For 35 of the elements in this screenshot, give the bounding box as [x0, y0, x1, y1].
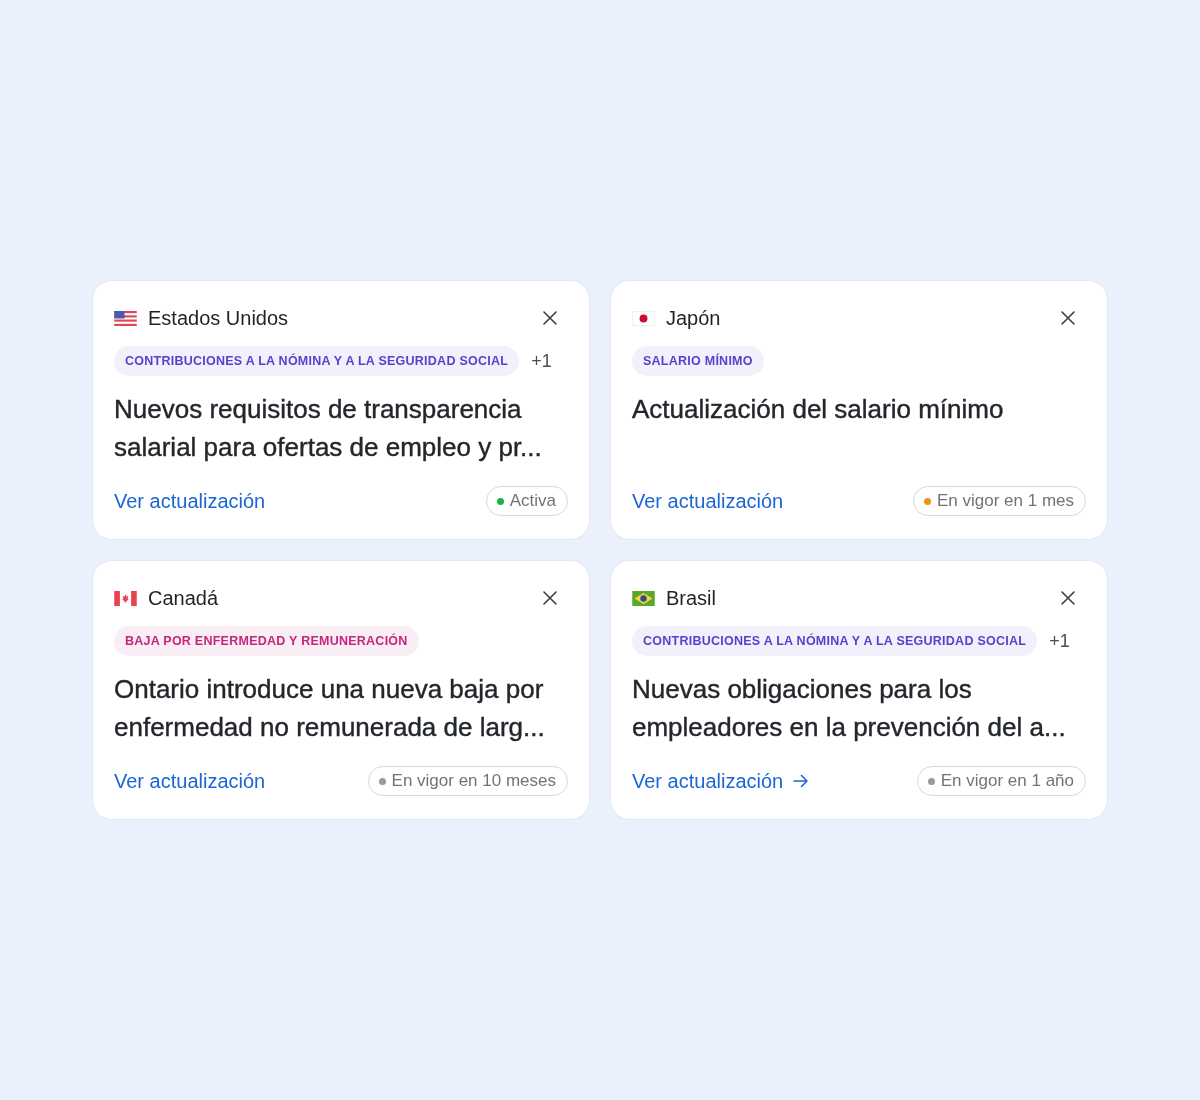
flag-icon	[114, 590, 137, 606]
close-icon	[1061, 591, 1075, 605]
view-update-link[interactable]: Ver actualización	[632, 489, 784, 513]
update-title: Nuevos requisitos de transparencia salarial para ofertas de empleo y pr...	[114, 393, 543, 464]
country-name: Brasil	[666, 586, 716, 610]
status-text: En vigor en 10 meses	[391, 771, 556, 791]
update-title: Nuevas obligaciones para los empleadores en la prevención del a...	[632, 673, 1067, 744]
close-icon	[1061, 311, 1075, 325]
close-icon	[543, 311, 557, 325]
category-tag: CONTRIBUCIONES A LA NÓMINA Y A LA SEGURIDAD SOCIAL	[632, 626, 1038, 656]
country-name: Estados Unidos	[148, 306, 289, 330]
status-text: En vigor en 1 año	[940, 771, 1074, 791]
extra-tag-count: +1	[1049, 630, 1070, 652]
status-text: Activa	[509, 491, 556, 511]
update-title: Actualización del salario mínimo	[632, 393, 1005, 426]
close-button[interactable]	[1060, 310, 1076, 326]
close-button[interactable]	[542, 310, 558, 326]
country-name: Canadá	[148, 586, 219, 610]
close-button[interactable]	[1060, 590, 1076, 606]
flag-icon	[632, 590, 655, 606]
update-title: Ontario introduce una nueva baja por enfermedad no remunerada de larg...	[114, 673, 546, 744]
view-update-link[interactable]: Ver actualización	[114, 769, 266, 793]
category-tag: CONTRIBUCIONES A LA NÓMINA Y A LA SEGURIDAD SOCIAL	[114, 346, 520, 376]
extra-tag-count: +1	[531, 350, 552, 372]
view-update-link[interactable]: Ver actualización	[632, 769, 810, 793]
flag-icon	[114, 310, 137, 326]
flag-icon	[632, 310, 655, 326]
arrow-right-icon	[793, 774, 810, 788]
close-button[interactable]	[542, 590, 558, 606]
close-icon	[543, 591, 557, 605]
category-tag: BAJA POR ENFERMEDAD Y REMUNERACIÓN	[114, 626, 419, 656]
category-tag: SALARIO MÍNIMO	[632, 346, 764, 376]
status-text: En vigor en 1 mes	[937, 491, 1074, 511]
view-update-link[interactable]: Ver actualización	[114, 489, 266, 513]
country-name: Japón	[666, 306, 721, 330]
